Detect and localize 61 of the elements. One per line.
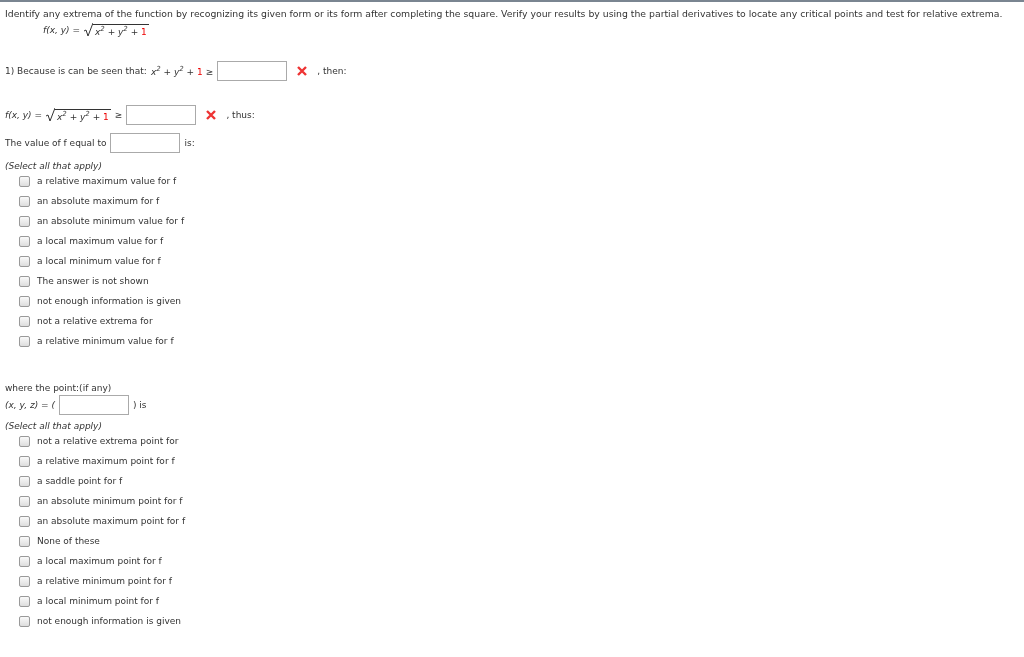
tuple-text: (x, y, z) = ( <box>5 400 55 410</box>
checkbox[interactable] <box>19 175 30 187</box>
option-label: not a relative extrema for <box>37 316 153 326</box>
square-root-icon <box>45 108 55 122</box>
thus-text: , thus: <box>226 110 255 120</box>
option-label: a local minimum value for f <box>37 256 161 266</box>
option-label: a local maximum point for f <box>37 556 162 566</box>
checkbox[interactable] <box>19 215 30 227</box>
checkbox[interactable] <box>19 195 30 207</box>
answer-field[interactable] <box>217 61 288 81</box>
checkbox[interactable] <box>19 235 30 247</box>
answer-field[interactable] <box>58 395 129 415</box>
option-label: a relative minimum value for f <box>37 336 174 346</box>
option-label: a local maximum value for f <box>37 236 164 246</box>
is-text: ) is <box>132 400 147 410</box>
step-text: 1) Because is can be seen that: <box>5 66 147 76</box>
checkbox[interactable] <box>19 575 30 587</box>
is-text: is: <box>184 138 195 148</box>
point-text: where the point:(if any) <box>5 383 113 393</box>
answer-field[interactable] <box>110 133 181 153</box>
checkbox[interactable] <box>19 435 30 447</box>
option-label: None of these <box>37 536 100 546</box>
option-label: not enough information is given <box>37 616 181 626</box>
answer-field[interactable] <box>126 105 197 125</box>
function-lhs: f(x, y) = <box>43 25 80 35</box>
checkbox[interactable] <box>19 455 30 467</box>
checkbox[interactable] <box>19 275 30 287</box>
instructions: Identify any extrema of the function by recognizing its given form or its form after completing the square. Verify your results by using the partial derivatives to locate any critical points and test for relative extrema. <box>5 8 1004 19</box>
checkbox[interactable] <box>19 615 30 627</box>
checkbox[interactable] <box>19 295 30 307</box>
option-label: an absolute minimum point for f <box>37 496 183 506</box>
square-root-icon <box>83 23 93 37</box>
option-label: a local minimum point for f <box>37 596 159 606</box>
checkbox[interactable] <box>19 535 30 547</box>
checkbox[interactable] <box>19 335 30 347</box>
option-label: a saddle point for f <box>37 476 123 486</box>
checkbox[interactable] <box>19 595 30 607</box>
option-label: an absolute minimum value for f <box>37 216 185 226</box>
checkbox[interactable] <box>19 495 30 507</box>
checkbox[interactable] <box>19 315 30 327</box>
option-label: an absolute maximum point for f <box>37 516 186 526</box>
select-hint: (Select all that apply) <box>5 161 103 171</box>
select-hint: (Select all that apply) <box>5 421 103 431</box>
checkbox[interactable] <box>19 255 30 267</box>
option-label: not enough information is given <box>37 296 181 306</box>
checkbox[interactable] <box>19 515 30 527</box>
then-text: , then: <box>317 66 347 76</box>
checkbox[interactable] <box>19 475 30 487</box>
value-text: The value of f equal to <box>5 138 107 148</box>
option-label: a relative maximum value for f <box>37 176 177 186</box>
option-label: not a relative extrema point for <box>37 436 179 446</box>
checkbox[interactable] <box>19 555 30 567</box>
expression: x$^{2}$ + y$^{2}$ + 1 ≥ <box>150 65 214 77</box>
relation: ≥ <box>114 110 123 120</box>
radicand: x$^{2}$ + y$^{2}$ + 1 <box>54 109 111 122</box>
option-label: an absolute maximum for f <box>37 196 160 206</box>
function-lhs: f(x, y) = <box>5 110 42 120</box>
option-label: The answer is not shown <box>37 276 149 286</box>
radicand: x$^{2}$ + y$^{2}$ + 1 <box>92 24 149 37</box>
option-label: a relative minimum point for f <box>37 576 172 586</box>
option-label: a relative maximum point for f <box>37 456 175 466</box>
